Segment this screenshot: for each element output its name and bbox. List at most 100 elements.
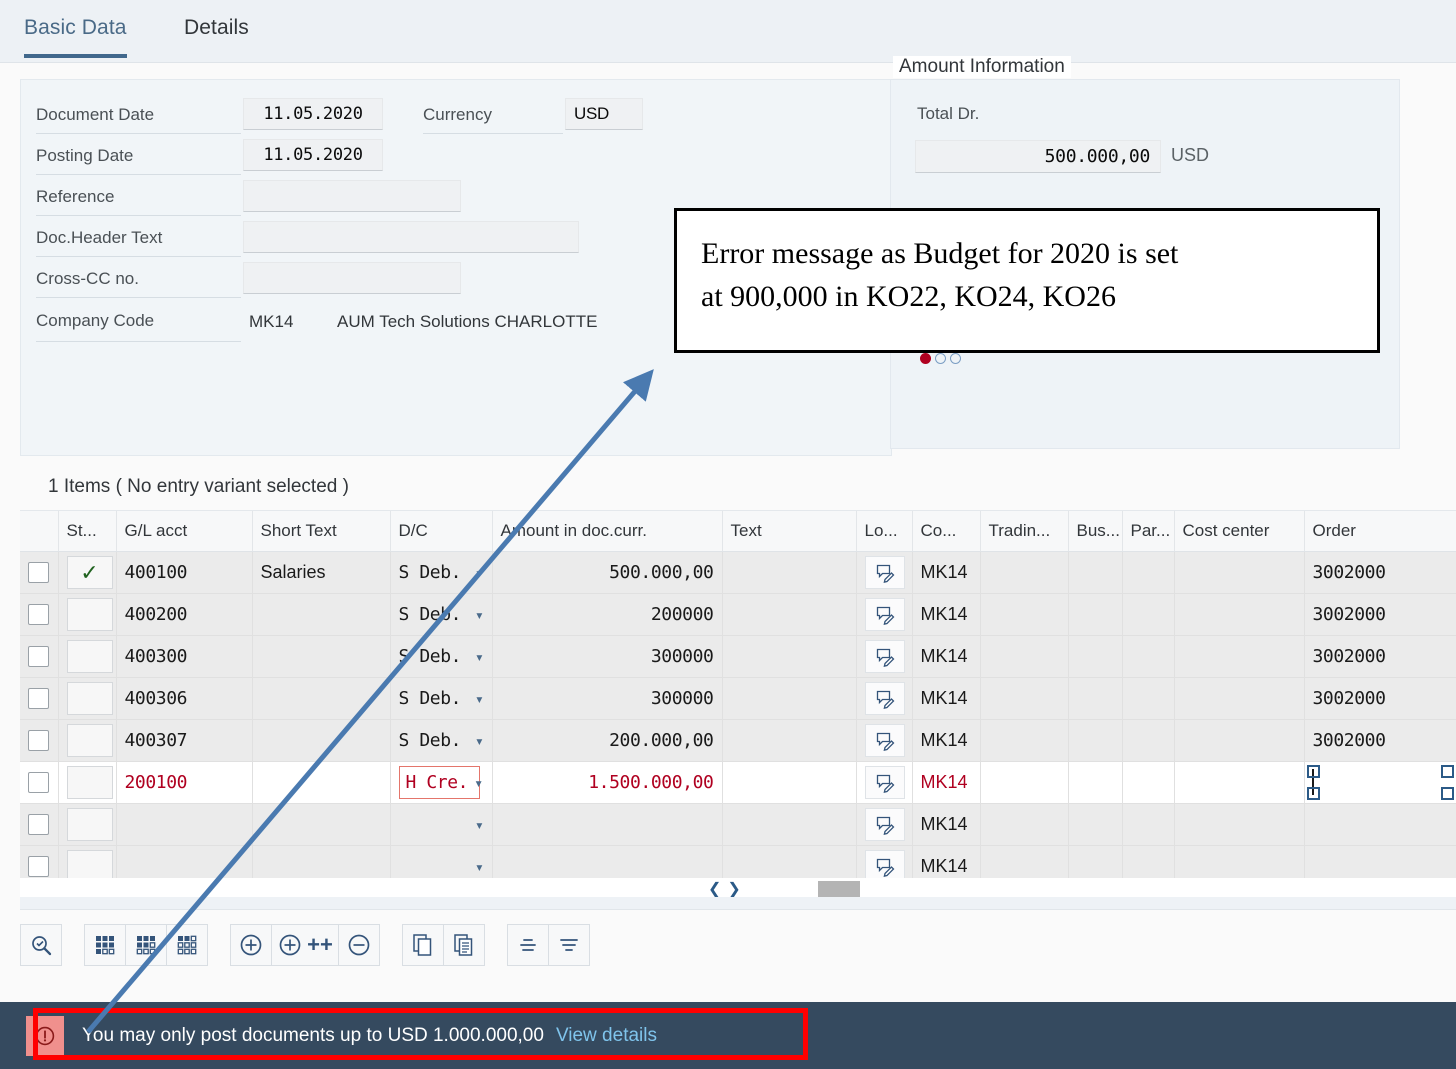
chevron-down-icon[interactable]: ▾ [475,858,484,876]
row-checkbox[interactable] [28,814,49,835]
cell-gl-acct[interactable]: 400306 [116,677,253,720]
cross-cc-no-input[interactable] [243,262,461,294]
document-date-input[interactable]: 11.05.2020 [243,98,383,130]
cell-order[interactable]: 3002000 [1304,677,1456,720]
row-status-cell[interactable] [58,635,117,678]
error-icon[interactable] [26,1015,64,1056]
cell-cost-center[interactable] [1174,593,1305,636]
status-box[interactable] [66,682,113,715]
cell-business-area[interactable] [1068,551,1123,594]
cell-amount[interactable]: 500.000,00 [492,551,723,594]
cell-gl-acct[interactable] [116,803,253,846]
cell-dc[interactable]: S Deb. ▾ [390,677,493,720]
total-dr-value[interactable]: 500.000,00 [915,140,1161,173]
cell-company-code[interactable]: MK14 [912,719,981,762]
status-box[interactable] [66,724,113,757]
row-select-cell[interactable] [20,803,59,846]
cell-amount[interactable]: 200.000,00 [492,719,723,762]
row-checkbox[interactable] [28,604,49,625]
note-edit-icon[interactable] [864,808,905,841]
chevron-down-icon[interactable]: ▾ [475,606,484,624]
cell-partner[interactable] [1122,761,1175,804]
cell-company-code[interactable]: MK14 [912,635,981,678]
row-checkbox[interactable] [28,646,49,667]
cell-trading-partner[interactable] [980,761,1069,804]
cell-order[interactable]: 3002000 [1304,719,1456,762]
cell-dc[interactable]: H Cre. ▾ [390,761,493,804]
cell-trading-partner[interactable] [980,677,1069,720]
row-checkbox[interactable] [28,562,49,583]
scroll-right-icon[interactable]: ❯ [727,879,740,899]
amount-pagination[interactable] [920,353,961,364]
deselect-layout-icon[interactable] [166,924,208,966]
chevron-down-icon[interactable]: ▾ [475,816,484,834]
col-amount[interactable]: Amount in doc.curr. [492,511,723,552]
row-status-cell[interactable]: ✓ [58,551,117,594]
cell-company-code[interactable]: MK14 [912,593,981,636]
row-status-cell[interactable] [58,803,117,846]
col-par[interactable]: Par... [1122,511,1175,552]
table-row[interactable]: 400200 S Deb. ▾ 200000 MK14 3002000 [20,593,1456,636]
cell-partner[interactable] [1122,719,1175,762]
dc-dropdown[interactable]: S Deb. ▾ [399,724,484,757]
currency-input[interactable]: USD [565,98,643,130]
cell-cost-center[interactable] [1174,803,1305,846]
cell-trading-partner[interactable] [980,635,1069,678]
col-cost-center[interactable]: Cost center [1174,511,1305,552]
cell-amount[interactable] [492,803,723,846]
status-box[interactable] [66,808,113,841]
status-box[interactable] [66,640,113,673]
sort-icon[interactable] [548,924,590,966]
note-edit-icon[interactable] [864,682,905,715]
cell-text[interactable] [722,803,857,846]
note-edit-icon[interactable] [864,640,905,673]
cell-order[interactable]: 3002000 [1304,593,1456,636]
row-status-cell[interactable] [58,719,117,762]
cell-text[interactable] [722,677,857,720]
add-row-icon[interactable] [230,924,272,966]
cell-trading-partner[interactable] [980,593,1069,636]
row-select-cell[interactable] [20,677,59,720]
cell-dc[interactable]: S Deb. ▾ [390,551,493,594]
tab-details[interactable]: Details [184,16,249,40]
cell-amount[interactable]: 300000 [492,677,723,720]
cell-order[interactable]: 3002000 [1304,635,1456,678]
cell-short-text[interactable] [252,719,391,762]
table-row[interactable]: ▾ MK14 [20,803,1456,846]
dc-dropdown[interactable]: S Deb. ▾ [399,598,484,631]
chevron-down-icon[interactable]: ▾ [475,564,484,582]
table-row[interactable]: 400300 S Deb. ▾ 300000 MK14 3002000 [20,635,1456,678]
cell-cost-center[interactable] [1174,551,1305,594]
col-bus[interactable]: Bus... [1068,511,1123,552]
cell-gl-acct[interactable]: 400307 [116,719,253,762]
pagination-dot-1[interactable] [920,353,931,364]
select-all-layout-icon[interactable] [84,924,126,966]
cell-business-area[interactable] [1068,677,1123,720]
dc-dropdown[interactable]: ▾ [399,808,484,841]
note-edit-icon[interactable] [864,598,905,631]
row-select-cell[interactable] [20,635,59,678]
row-checkbox[interactable] [28,688,49,709]
chevron-down-icon[interactable]: ▾ [475,732,484,750]
scrollbar-thumb[interactable] [818,881,860,897]
select-block-layout-icon[interactable] [125,924,167,966]
cell-partner[interactable] [1122,803,1175,846]
cell-company-code[interactable]: MK14 [912,551,981,594]
cell-short-text[interactable] [252,677,391,720]
cell-gl-acct[interactable]: 200100 [116,761,253,804]
posting-date-input[interactable]: 11.05.2020 [243,139,383,171]
cell-partner[interactable] [1122,551,1175,594]
col-select[interactable] [20,511,59,552]
cell-short-text[interactable] [252,803,391,846]
cell-partner[interactable] [1122,593,1175,636]
cell-partner[interactable] [1122,635,1175,678]
status-box[interactable] [66,598,113,631]
doc-header-text-input[interactable] [243,221,579,253]
delete-row-icon[interactable] [338,924,380,966]
cell-dc[interactable]: ▾ [390,803,493,846]
cell-long-text[interactable] [856,761,913,804]
note-edit-icon[interactable] [864,724,905,757]
cell-cost-center[interactable] [1174,719,1305,762]
cell-text[interactable] [722,635,857,678]
paste-icon[interactable] [443,924,485,966]
